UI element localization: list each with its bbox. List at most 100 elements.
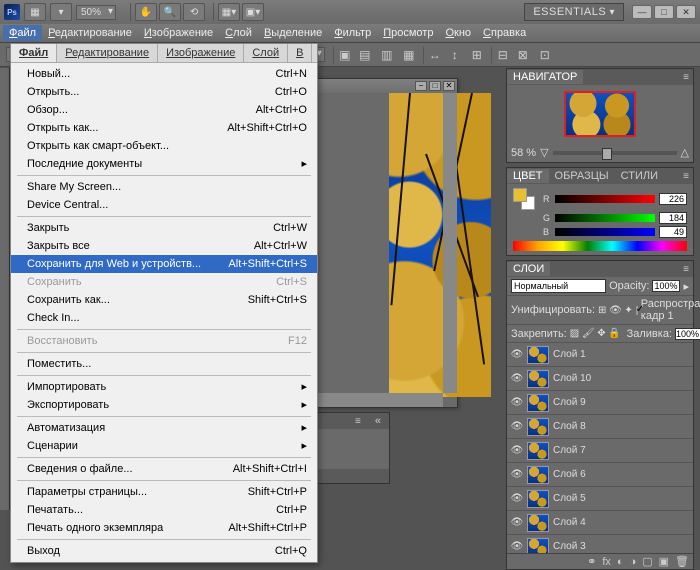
panel-menu-icon[interactable]: ≡: [679, 72, 693, 83]
hand-tool-icon[interactable]: ✋: [135, 3, 157, 21]
layer-row[interactable]: 👁Слой 7: [507, 439, 693, 463]
value-r[interactable]: 226: [659, 193, 687, 205]
menu-item[interactable]: Сохранить для Web и устройств...Alt+Shif…: [11, 255, 317, 273]
value-g[interactable]: 184: [659, 212, 687, 224]
menu-item[interactable]: Share My Screen...: [11, 178, 317, 196]
menu-item[interactable]: Экспортировать▸: [11, 396, 317, 414]
minimize-button[interactable]: —: [632, 5, 652, 19]
maximize-button[interactable]: □: [654, 5, 674, 19]
menu-window[interactable]: Окно: [439, 25, 477, 41]
layer-thumbnail[interactable]: [527, 394, 549, 412]
menu-image[interactable]: Изображение: [138, 25, 219, 41]
menu-edit[interactable]: Редактирование: [42, 25, 138, 41]
opt-icon[interactable]: ▤: [355, 46, 375, 64]
layer-row[interactable]: 👁 Слой 5: [507, 487, 693, 511]
opt-icon[interactable]: ↕: [445, 46, 465, 64]
menu-item[interactable]: Check In...: [11, 309, 317, 327]
menu-item[interactable]: Закрыть всеAlt+Ctrl+W: [11, 237, 317, 255]
bridge-button[interactable]: ▦: [24, 3, 46, 21]
navigator-zoom-slider[interactable]: [553, 151, 677, 155]
dd-tab-edit[interactable]: Редактирование: [57, 44, 158, 62]
new-layer-icon[interactable]: ▣: [659, 555, 669, 568]
opt-icon[interactable]: ▣: [333, 46, 353, 64]
menu-select[interactable]: Выделение: [258, 25, 328, 41]
close-button[interactable]: ✕: [676, 5, 696, 19]
layer-thumbnail[interactable]: [527, 466, 549, 484]
slider-r[interactable]: [555, 195, 655, 203]
propagate-checkbox[interactable]: [636, 306, 638, 315]
menu-item[interactable]: Сохранить как...Shift+Ctrl+S: [11, 291, 317, 309]
layer-row[interactable]: 👁 Слой 3: [507, 535, 693, 553]
visibility-icon[interactable]: 👁: [511, 493, 523, 505]
opacity-input[interactable]: 100%: [652, 280, 680, 292]
opt-icon[interactable]: ▦: [399, 46, 419, 64]
visibility-icon[interactable]: 👁: [511, 469, 523, 481]
layer-name[interactable]: Слой 3: [553, 541, 689, 552]
layer-thumbnail[interactable]: [527, 490, 549, 508]
slider-g[interactable]: [555, 214, 655, 222]
doc-close-icon[interactable]: ✕: [443, 81, 455, 91]
opt-icon[interactable]: ⊠: [513, 46, 533, 64]
layer-thumbnail[interactable]: [527, 442, 549, 460]
menu-layer[interactable]: Слой: [219, 25, 258, 41]
menu-item[interactable]: Печать одного экземпляраAlt+Shift+Ctrl+P: [11, 519, 317, 537]
menu-view[interactable]: Просмотр: [377, 25, 439, 41]
visibility-icon[interactable]: 👁: [511, 517, 523, 529]
toolbox[interactable]: [0, 68, 10, 510]
visibility-icon[interactable]: 👁: [511, 421, 523, 433]
visibility-icon[interactable]: 👁: [511, 349, 523, 361]
canvas[interactable]: [389, 93, 491, 397]
screen-mode-button[interactable]: ▣▾: [242, 3, 264, 21]
layer-name[interactable]: Слой 8: [553, 421, 689, 432]
zoom-tool-icon[interactable]: 🔍: [159, 3, 181, 21]
visibility-icon[interactable]: 👁: [511, 397, 523, 409]
panel-menu-icon[interactable]: ≡: [679, 171, 693, 182]
dd-tab-file[interactable]: Файл: [11, 44, 57, 62]
layer-name[interactable]: Слой 10: [553, 373, 689, 384]
menu-item[interactable]: Печатать...Ctrl+P: [11, 501, 317, 519]
swatches-tab[interactable]: ОБРАЗЦЫ: [549, 169, 615, 183]
blend-mode-select[interactable]: Нормальный: [511, 279, 606, 293]
menu-filter[interactable]: Фильтр: [328, 25, 377, 41]
opt-icon[interactable]: ⊟: [491, 46, 511, 64]
menu-item[interactable]: Параметры страницы...Shift+Ctrl+P: [11, 483, 317, 501]
menu-item[interactable]: Импортировать▸: [11, 378, 317, 396]
layer-name[interactable]: Слой 5: [553, 493, 689, 504]
visibility-icon[interactable]: 👁: [511, 373, 523, 385]
layer-row[interactable]: 👁Слой 4: [507, 511, 693, 535]
lock-position-icon[interactable]: ✥: [597, 328, 605, 340]
menu-item[interactable]: Сценарии▸: [11, 437, 317, 455]
layer-thumbnail[interactable]: [527, 538, 549, 554]
workspace-switcher[interactable]: ESSENTIALS ▾: [524, 3, 624, 21]
navigator-tab[interactable]: НАВИГАТОР: [507, 70, 583, 84]
menu-item[interactable]: Поместить...: [11, 355, 317, 373]
color-tab[interactable]: ЦВЕТ: [507, 169, 549, 183]
layer-name[interactable]: Слой 7: [553, 445, 689, 456]
layer-name[interactable]: Слой 6: [553, 469, 689, 480]
fill-input[interactable]: 100%: [675, 328, 700, 340]
adjustment-layer-icon[interactable]: ◑: [630, 556, 637, 568]
doc-minimize-icon[interactable]: −: [415, 81, 427, 91]
arrange-docs-button[interactable]: ▦▾: [218, 3, 240, 21]
menu-item[interactable]: Открыть как...Alt+Shift+Ctrl+O: [11, 119, 317, 137]
unify-visibility-icon[interactable]: 👁: [609, 304, 621, 316]
styles-tab[interactable]: СТИЛИ: [615, 169, 664, 183]
menu-item[interactable]: Автоматизация▸: [11, 419, 317, 437]
unify-position-icon[interactable]: ⊞: [598, 304, 606, 316]
layer-row[interactable]: 👁 Слой 6: [507, 463, 693, 487]
opt-icon[interactable]: ⊡: [535, 46, 555, 64]
lock-all-icon[interactable]: 🔒: [609, 328, 621, 340]
opt-icon[interactable]: ▥: [377, 46, 397, 64]
dd-tab-image[interactable]: Изображение: [158, 44, 244, 62]
lock-paint-icon[interactable]: 🖌: [582, 328, 594, 340]
delete-layer-icon[interactable]: 🗑: [675, 555, 689, 568]
menu-item[interactable]: ЗакрытьCtrl+W: [11, 219, 317, 237]
visibility-icon[interactable]: 👁: [511, 541, 523, 553]
zoom-out-icon[interactable]: ▽: [540, 146, 548, 159]
navigator-thumbnail[interactable]: [564, 91, 636, 137]
layer-style-icon[interactable]: fx: [602, 556, 611, 568]
layer-name[interactable]: Слой 1: [553, 349, 689, 360]
layer-mask-icon[interactable]: ◐: [617, 556, 624, 568]
dd-tab-more[interactable]: В: [288, 44, 312, 62]
doc-maximize-icon[interactable]: □: [429, 81, 441, 91]
